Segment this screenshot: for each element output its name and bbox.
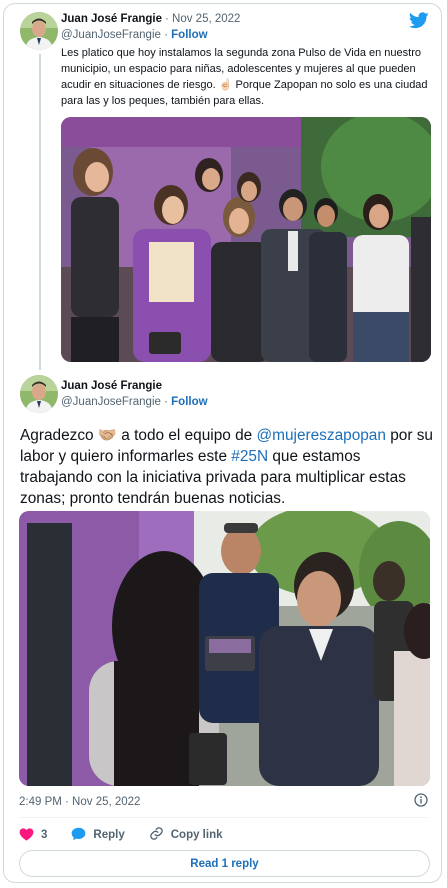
like-count: 3 (41, 829, 48, 841)
divider (19, 817, 428, 818)
tweet-embed-card: Juan José Frangie · Nov 25, 2022 @JuanJo… (3, 3, 442, 883)
follow-button[interactable]: Follow (171, 29, 207, 41)
tweet-photo[interactable] (19, 511, 430, 786)
author-name[interactable]: Juan José Frangie (61, 13, 162, 25)
mention-link[interactable]: @mujereszapopan (257, 427, 386, 444)
tweet-text: Les platico que hoy instalamos la segund… (61, 47, 428, 107)
author-handle[interactable]: @JuanJoseFrangie (61, 29, 161, 41)
tweet-photo-group[interactable] (61, 117, 431, 362)
avatar[interactable] (20, 375, 58, 413)
author-name[interactable]: Juan José Frangie (61, 380, 162, 392)
tweet-actions: 3 Reply Copy link (19, 826, 247, 844)
speech-bubble-icon (71, 827, 93, 844)
thread-connector-line (39, 54, 41, 370)
tweet-date[interactable]: · Nov 25, 2022 (165, 13, 240, 25)
author-handle[interactable]: @JuanJoseFrangie (61, 396, 161, 408)
copy-link-button[interactable]: Copy link (149, 826, 223, 844)
follow-button[interactable]: Follow (171, 396, 207, 408)
hashtag-link[interactable]: #25N (231, 448, 268, 465)
info-icon[interactable] (414, 793, 428, 812)
copy-link-label: Copy link (170, 829, 223, 841)
separator: · (164, 396, 168, 408)
link-icon (149, 826, 171, 844)
reply-button[interactable]: Reply (71, 827, 125, 844)
tweet-text: Agradezco 🤝🏼 a todo el equipo de @mujere… (20, 425, 435, 509)
tweet-timestamp[interactable]: 2:49 PM · Nov 25, 2022 (19, 796, 140, 808)
twitter-bird-icon[interactable] (408, 12, 429, 34)
avatar[interactable] (20, 12, 58, 50)
like-button[interactable]: 3 (19, 827, 47, 844)
read-replies-button[interactable]: Read 1 reply (19, 850, 430, 877)
tweet-text-part: Agradezco 🤝🏼 a todo el equipo de (20, 427, 257, 444)
reply-label: Reply (93, 829, 125, 841)
heart-icon (19, 827, 41, 844)
